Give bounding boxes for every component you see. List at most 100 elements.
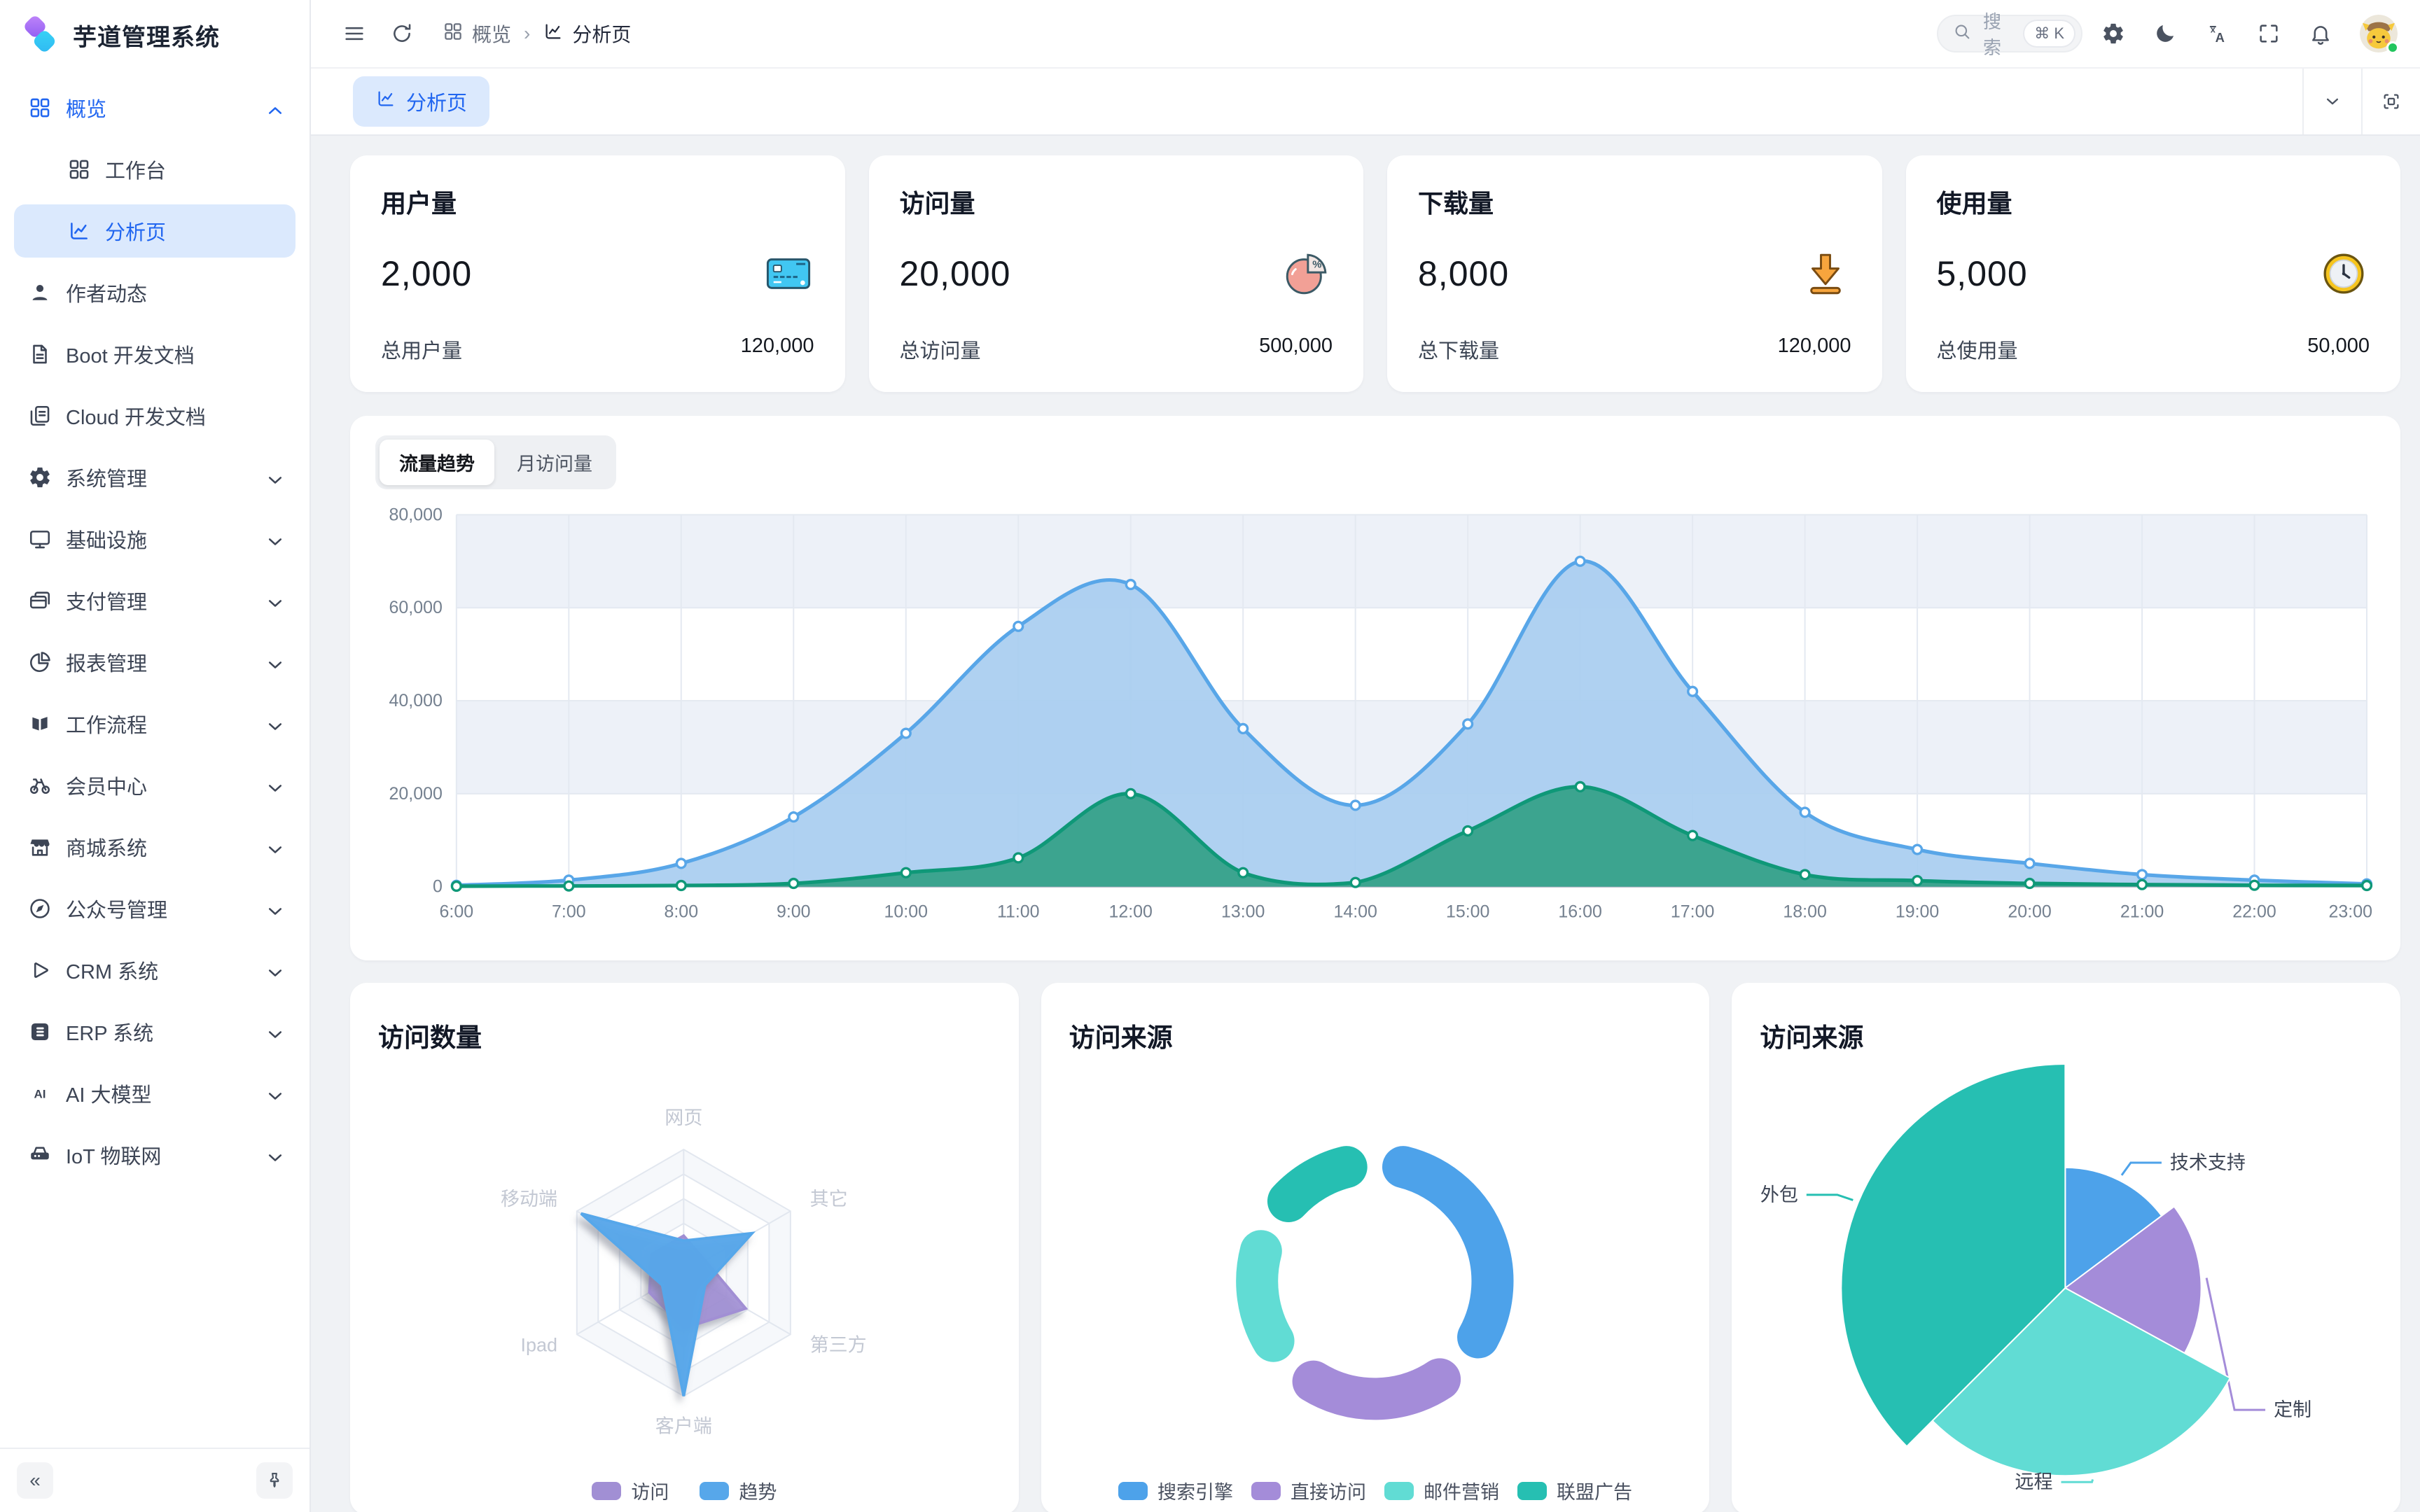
download-icon bbox=[1800, 248, 1851, 300]
sidebar-item-label: 会员中心 bbox=[66, 771, 249, 800]
svg-text:80,000: 80,000 bbox=[389, 505, 443, 524]
app-title: 芋道管理系统 bbox=[73, 18, 220, 52]
svg-text:%: % bbox=[1312, 260, 1321, 271]
search-placeholder: 搜索 bbox=[1983, 8, 2013, 59]
panel-title: 访问来源 bbox=[1069, 1016, 1682, 1054]
sidebar-item-ai-16[interactable]: AIAI 大模型 bbox=[14, 1067, 295, 1120]
sidebar-item-label: Cloud 开发文档 bbox=[66, 401, 281, 430]
docs-icon bbox=[28, 404, 52, 428]
stat-value: 8,000 bbox=[1418, 253, 1509, 294]
chevron-down-icon bbox=[263, 468, 281, 486]
stat-card-clock: 使用量5,000总使用量50,000 bbox=[1906, 155, 2401, 392]
sidebar-item-payment-8[interactable]: 支付管理 bbox=[14, 574, 295, 627]
sidebar-collapse-button[interactable]: « bbox=[17, 1462, 53, 1499]
sidebar-pin-button[interactable] bbox=[256, 1462, 293, 1499]
chevron-down-icon bbox=[263, 776, 281, 794]
menu-toggle-button[interactable] bbox=[333, 13, 375, 55]
ai-icon: AI bbox=[28, 1082, 52, 1105]
svg-text:40,000: 40,000 bbox=[389, 691, 443, 710]
sidebar-item-label: 公众号管理 bbox=[66, 894, 249, 923]
sidebar-item-grid-1[interactable]: 工作台 bbox=[14, 143, 295, 196]
legend-item[interactable]: 访问 bbox=[592, 1477, 669, 1504]
legend-item[interactable]: 趋势 bbox=[700, 1477, 777, 1504]
chevron-down-icon bbox=[263, 961, 281, 979]
sidebar-item-bike-11[interactable]: 会员中心 bbox=[14, 759, 295, 812]
svg-text:10:00: 10:00 bbox=[884, 902, 928, 922]
stat-card-pie: 访问量20,000%总访问量500,000 bbox=[869, 155, 1364, 392]
compass-icon bbox=[28, 897, 52, 920]
chevron-down-icon bbox=[263, 899, 281, 918]
settings-button[interactable] bbox=[2092, 13, 2134, 55]
svg-text:外包: 外包 bbox=[1760, 1184, 1798, 1205]
svg-text:20,000: 20,000 bbox=[389, 784, 443, 804]
sidebar-item-pie-9[interactable]: 报表管理 bbox=[14, 636, 295, 689]
dark-mode-button[interactable] bbox=[2144, 13, 2186, 55]
sidebar-item-compass-13[interactable]: 公众号管理 bbox=[14, 882, 295, 935]
sidebar-item-chart-2[interactable]: 分析页 bbox=[14, 204, 295, 258]
legend-label: 直接访问 bbox=[1291, 1477, 1366, 1504]
logo-icon bbox=[18, 14, 60, 56]
sidebar-item-user-3[interactable]: 作者动态 bbox=[14, 266, 295, 319]
svg-text:技术支持: 技术支持 bbox=[2170, 1152, 2246, 1173]
sidebar-item-label: IoT 物联网 bbox=[66, 1140, 249, 1170]
iot-icon bbox=[28, 1143, 52, 1167]
shop-icon bbox=[28, 835, 52, 859]
svg-text:Ipad: Ipad bbox=[520, 1334, 557, 1355]
svg-text:15:00: 15:00 bbox=[1446, 902, 1489, 922]
stat-title: 使用量 bbox=[1937, 183, 2370, 220]
chevron-down-icon bbox=[263, 838, 281, 856]
donut-chart bbox=[1069, 1060, 1682, 1469]
sidebar-item-doc-4[interactable]: Boot 开发文档 bbox=[14, 328, 295, 381]
sidebar-item-gear-6[interactable]: 系统管理 bbox=[14, 451, 295, 504]
traffic-trend-chart: 020,00040,00060,00080,0006:007:008:009:0… bbox=[375, 498, 2375, 946]
sidebar-item-flow-10[interactable]: 工作流程 bbox=[14, 697, 295, 750]
sidebar-item-docs-5[interactable]: Cloud 开发文档 bbox=[14, 389, 295, 442]
app-root: 芋道管理系统 概览工作台分析页作者动态Boot 开发文档Cloud 开发文档系统… bbox=[0, 0, 2420, 1512]
chevron-down-icon bbox=[263, 592, 281, 610]
fullscreen-button[interactable] bbox=[2248, 13, 2290, 55]
sidebar-item-label: Boot 开发文档 bbox=[66, 340, 281, 369]
legend-item[interactable]: 搜索引擎 bbox=[1118, 1477, 1233, 1504]
chevron-down-icon bbox=[263, 1084, 281, 1102]
flow-icon bbox=[28, 712, 52, 736]
svg-text:0: 0 bbox=[433, 877, 443, 897]
pill-traffic-trend[interactable]: 流量趋势 bbox=[380, 440, 494, 485]
logo[interactable]: 芋道管理系统 bbox=[0, 0, 310, 70]
sidebar-item-label: 商城系统 bbox=[66, 832, 249, 862]
breadcrumb-item-overview[interactable]: 概览 bbox=[443, 20, 511, 48]
avatar[interactable] bbox=[2360, 15, 2398, 52]
legend-item[interactable]: 直接访问 bbox=[1251, 1477, 1366, 1504]
legend-swatch bbox=[592, 1482, 621, 1500]
notifications-button[interactable] bbox=[2300, 13, 2342, 55]
svg-text:A: A bbox=[2216, 30, 2225, 45]
pill-monthly-visits[interactable]: 月访问量 bbox=[497, 440, 612, 485]
sidebar-item-iot-17[interactable]: IoT 物联网 bbox=[14, 1128, 295, 1182]
content-fullscreen-button[interactable] bbox=[2361, 69, 2420, 134]
sidebar-item-label: 工作流程 bbox=[66, 709, 249, 738]
svg-text:9:00: 9:00 bbox=[777, 902, 811, 922]
gear-icon bbox=[28, 465, 52, 489]
sidebar-item-label: 分析页 bbox=[105, 216, 281, 246]
sidebar-item-monitor-7[interactable]: 基础设施 bbox=[14, 512, 295, 566]
legend-item[interactable]: 邮件营销 bbox=[1384, 1477, 1499, 1504]
breadcrumb-item-analysis[interactable]: 分析页 bbox=[543, 20, 631, 48]
refresh-button[interactable] bbox=[381, 13, 423, 55]
chevron-down-icon bbox=[263, 1146, 281, 1164]
search-input[interactable]: 搜索 ⌘ K bbox=[1937, 15, 2082, 52]
language-button[interactable]: xA bbox=[2196, 13, 2238, 55]
tab-list-dropdown-button[interactable] bbox=[2302, 69, 2361, 134]
svg-text:60,000: 60,000 bbox=[389, 598, 443, 617]
sidebar-item-crm-14[interactable]: CRM 系统 bbox=[14, 944, 295, 997]
legend-item[interactable]: 联盟广告 bbox=[1517, 1477, 1632, 1504]
svg-text:21:00: 21:00 bbox=[2120, 902, 2164, 922]
search-icon bbox=[1952, 21, 1972, 47]
svg-text:19:00: 19:00 bbox=[1896, 902, 1939, 922]
tab-analysis[interactable]: 分析页 bbox=[353, 76, 489, 127]
stat-footer-label: 总下载量 bbox=[1418, 335, 1499, 364]
sidebar-item-grid-0[interactable]: 概览 bbox=[14, 81, 295, 134]
sidebar-item-label: 支付管理 bbox=[66, 586, 249, 615]
svg-text:11:00: 11:00 bbox=[997, 902, 1040, 922]
stat-cards-row: 用户量2,000总用户量120,000访问量20,000%总访问量500,000… bbox=[350, 155, 2400, 392]
sidebar-item-erp-15[interactable]: ERP 系统 bbox=[14, 1005, 295, 1058]
sidebar-item-shop-12[interactable]: 商城系统 bbox=[14, 820, 295, 874]
